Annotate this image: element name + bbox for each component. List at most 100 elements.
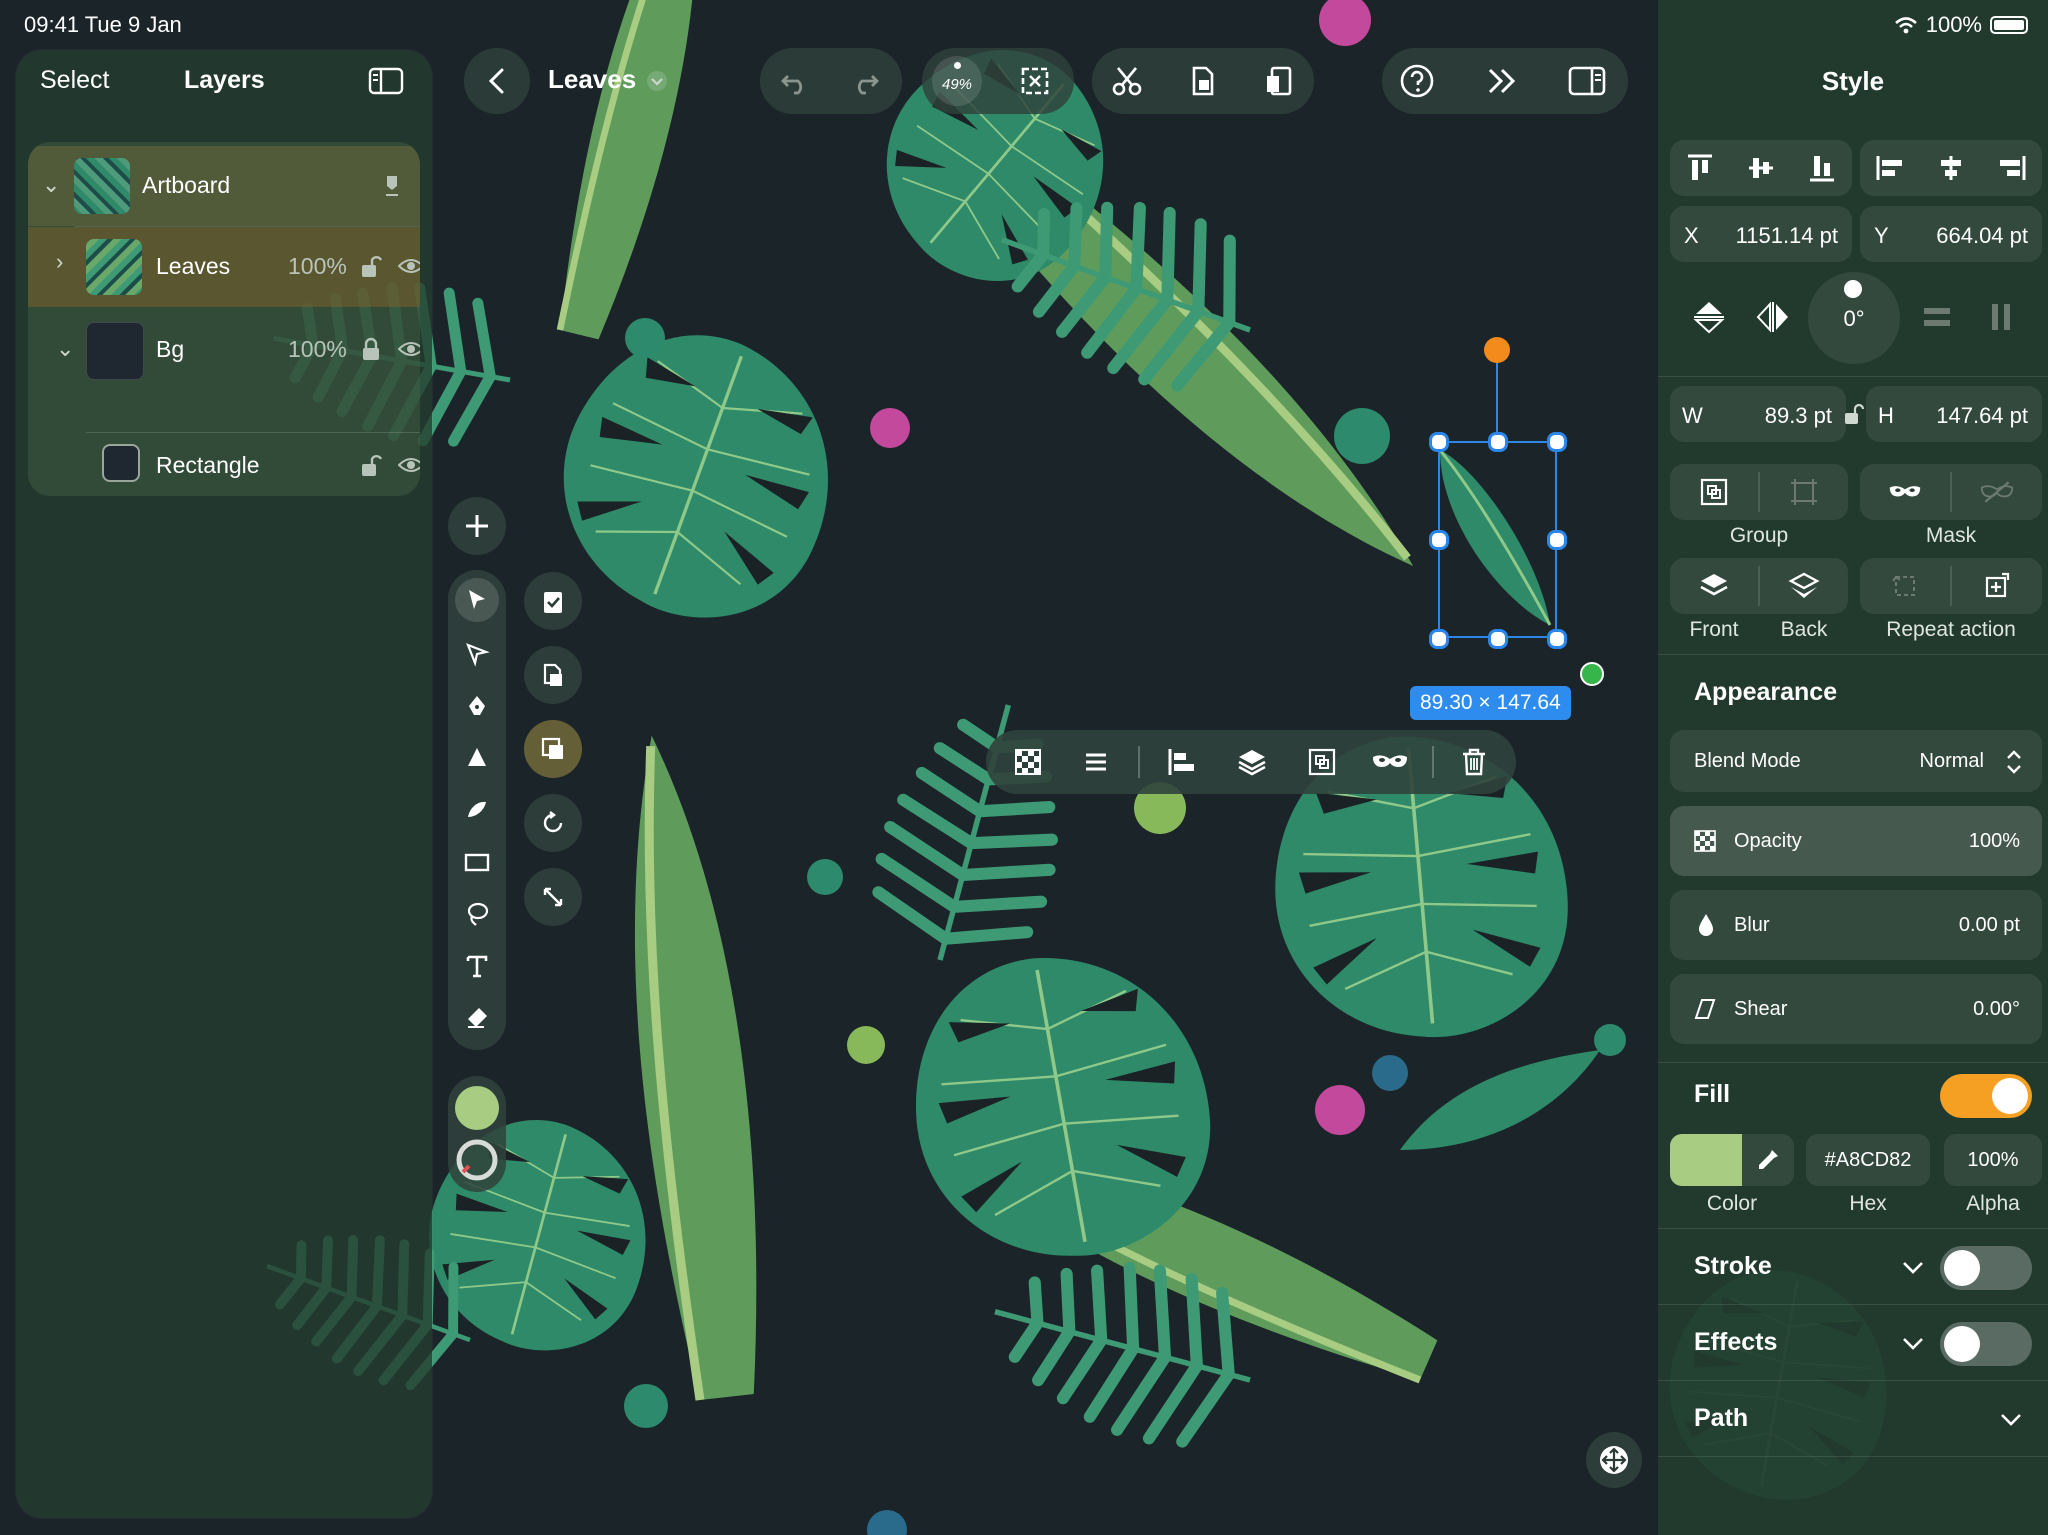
resize-handle-bl[interactable] xyxy=(1429,629,1449,649)
cut-icon[interactable] xyxy=(1106,60,1148,102)
width-field[interactable]: W 89.3 pt xyxy=(1670,386,1846,442)
lock-icon[interactable] xyxy=(360,336,382,362)
flip-horizontal-button[interactable] xyxy=(1748,296,1798,338)
fill-color-swatch[interactable] xyxy=(455,1086,499,1130)
direct-select-tool[interactable] xyxy=(455,632,499,676)
flip-vertical-button[interactable] xyxy=(1684,296,1734,338)
document-title[interactable]: Leaves xyxy=(548,64,636,95)
chevron-down-icon[interactable]: ⌄ xyxy=(42,172,66,197)
ungroup-button[interactable] xyxy=(1760,464,1848,520)
resize-handle-l[interactable] xyxy=(1429,530,1449,550)
text-tool[interactable] xyxy=(455,944,499,988)
group-button[interactable] xyxy=(1670,464,1758,520)
layer-row-rectangle[interactable]: Rectangle xyxy=(28,422,420,496)
distribute-vertical-button[interactable] xyxy=(1912,296,1962,338)
paste-icon[interactable] xyxy=(1258,60,1300,102)
aspect-unlock-icon[interactable] xyxy=(1844,402,1864,426)
stroke-color-swatch[interactable] xyxy=(455,1138,499,1182)
align-left-button[interactable] xyxy=(1860,140,1920,196)
sidebar-toggle-icon[interactable] xyxy=(368,66,404,96)
distribute-horizontal-button[interactable] xyxy=(1976,296,2026,338)
eye-icon[interactable] xyxy=(398,257,420,275)
redo-icon[interactable] xyxy=(844,60,886,102)
brush-tool[interactable] xyxy=(455,788,499,832)
layer-row-artboard[interactable]: ⌄ Artboard xyxy=(28,146,420,226)
chevron-down-icon[interactable]: ⌄ xyxy=(56,336,80,361)
shear-field[interactable]: Shear 0.00° xyxy=(1670,974,2042,1044)
help-icon[interactable] xyxy=(1396,60,1438,102)
blur-field[interactable]: Blur 0.00 pt xyxy=(1670,890,2042,960)
lasso-tool[interactable] xyxy=(455,892,499,936)
fill-toggle[interactable] xyxy=(1940,1074,2032,1118)
x-position-field[interactable]: X 1151.14 pt xyxy=(1670,206,1852,262)
pivot-handle[interactable] xyxy=(1580,662,1604,686)
selection-bounds[interactable] xyxy=(1438,441,1557,638)
resize-handle-b[interactable] xyxy=(1488,629,1508,649)
ctx-opacity-button[interactable] xyxy=(1006,740,1050,784)
add-button[interactable] xyxy=(448,497,506,555)
paste-in-place-button[interactable] xyxy=(524,572,582,630)
chevron-down-icon[interactable] xyxy=(1900,1254,1926,1280)
resize-handle-tr[interactable] xyxy=(1547,432,1567,452)
align-center-button[interactable] xyxy=(1921,140,1981,196)
align-bottom-button[interactable] xyxy=(1792,140,1852,196)
stroke-toggle[interactable] xyxy=(1940,1246,2032,1290)
resize-handle-r[interactable] xyxy=(1547,530,1567,550)
send-back-button[interactable] xyxy=(1760,558,1848,614)
blend-mode-select[interactable]: Blend Mode Normal xyxy=(1670,730,2042,792)
resize-handle-t[interactable] xyxy=(1488,432,1508,452)
rotation-handle[interactable] xyxy=(1484,337,1510,363)
layer-row-bg[interactable]: ⌄ Bg 100% xyxy=(28,310,420,390)
repeat-action-button[interactable] xyxy=(1952,558,2042,614)
pencil-tool[interactable] xyxy=(455,736,499,780)
fill-hex-field[interactable]: #A8CD82 xyxy=(1806,1134,1930,1186)
duplicate-button[interactable] xyxy=(524,646,582,704)
height-field[interactable]: H 147.64 pt xyxy=(1866,386,2042,442)
select-button[interactable]: Select xyxy=(40,66,109,95)
rectangle-tool[interactable] xyxy=(455,840,499,884)
chevron-down-icon[interactable] xyxy=(646,70,668,92)
ctx-group-button[interactable] xyxy=(1300,740,1344,784)
ctx-arrange-button[interactable] xyxy=(1230,740,1274,784)
mask-button[interactable] xyxy=(1860,464,1950,520)
unlock-icon[interactable] xyxy=(360,452,382,478)
inspector-toggle-icon[interactable] xyxy=(1566,60,1608,102)
ctx-mask-button[interactable] xyxy=(1368,740,1412,784)
rotate-button[interactable] xyxy=(524,794,582,852)
back-button[interactable] xyxy=(464,48,530,114)
more-forward-icon[interactable] xyxy=(1480,60,1522,102)
ctx-delete-button[interactable] xyxy=(1452,740,1496,784)
zoom-indicator[interactable]: 49% xyxy=(932,56,982,106)
y-position-field[interactable]: Y 664.04 pt xyxy=(1860,206,2042,262)
scale-button[interactable] xyxy=(524,868,582,926)
repeat-transform-button[interactable] xyxy=(1860,558,1950,614)
unlock-icon[interactable] xyxy=(360,253,382,279)
artboard-marker-icon[interactable] xyxy=(384,174,400,198)
eyedropper-icon[interactable] xyxy=(1754,1146,1782,1174)
fill-alpha-field[interactable]: 100% xyxy=(1944,1134,2042,1186)
rotation-dial[interactable]: 0° xyxy=(1808,272,1900,364)
resize-handle-tl[interactable] xyxy=(1429,432,1449,452)
select-tool[interactable] xyxy=(455,578,499,622)
opacity-field[interactable]: Opacity 100% xyxy=(1670,806,2042,876)
align-top-button[interactable] xyxy=(1670,140,1730,196)
eye-icon[interactable] xyxy=(398,340,420,358)
ctx-align-button[interactable] xyxy=(1160,740,1204,784)
effects-toggle[interactable] xyxy=(1940,1322,2032,1366)
copy-icon[interactable] xyxy=(1182,60,1224,102)
eye-icon[interactable] xyxy=(398,456,420,474)
bring-front-button[interactable] xyxy=(1670,558,1758,614)
align-right-button[interactable] xyxy=(1982,140,2042,196)
fill-color-well[interactable] xyxy=(1670,1134,1794,1186)
chevron-right-icon[interactable]: › xyxy=(56,249,80,274)
pen-tool[interactable] xyxy=(455,684,499,728)
fit-to-screen-icon[interactable] xyxy=(1014,60,1056,102)
layer-row-leaves[interactable]: › Leaves 100% xyxy=(28,227,420,307)
align-middle-button[interactable] xyxy=(1731,140,1791,196)
unmask-button[interactable] xyxy=(1952,464,2042,520)
ctx-menu-button[interactable] xyxy=(1074,740,1118,784)
undo-icon[interactable] xyxy=(774,60,816,102)
chevron-down-icon[interactable] xyxy=(1900,1330,1926,1356)
replace-button[interactable] xyxy=(524,720,582,778)
chevron-down-icon[interactable] xyxy=(1998,1406,2024,1432)
